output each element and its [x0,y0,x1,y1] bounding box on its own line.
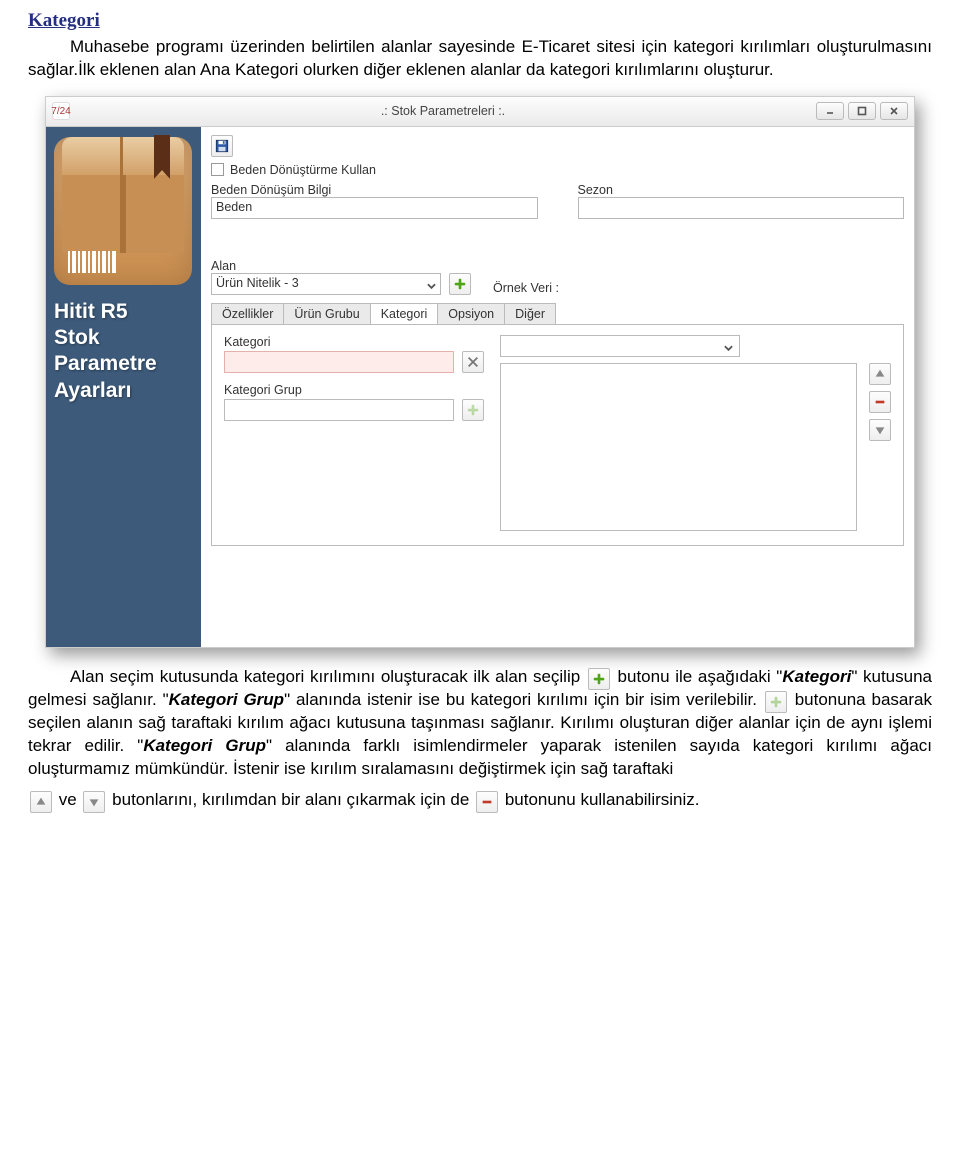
tab-opsiyon[interactable]: Opsiyon [437,303,505,324]
beden-donusum-bilgi-input[interactable]: Beden [211,197,538,219]
alan-label: Alan [211,259,441,273]
sezon-input[interactable] [578,197,905,219]
move-down-button[interactable] [869,419,891,441]
section-heading: Kategori [28,10,932,32]
plus-icon [588,668,610,690]
stok-parametreleri-window: 7/24 .: Stok Parametreleri :. [45,96,915,648]
sidebar: Hitit R5 Stok Parametre Ayarları [46,127,201,647]
minimize-button[interactable] [816,102,844,120]
tabstrip: Özellikler Ürün Grubu Kategori Opsiyon D… [211,303,904,324]
minus-icon [476,791,498,813]
sidebar-title: Hitit R5 Stok Parametre Ayarları [54,299,193,404]
ornek-veri-label: Örnek Veri : [493,281,559,295]
alan-add-button[interactable] [449,273,471,295]
kategori-label: Kategori [224,335,484,349]
arrow-down-icon [83,791,105,813]
explanation-paragraph-2: ve butonlarını, kırılımdan bir alanı çık… [28,789,932,812]
save-button[interactable] [211,135,233,157]
tab-diger[interactable]: Diğer [504,303,556,324]
tab-kategori[interactable]: Kategori [370,303,439,324]
plus-icon [765,691,787,713]
content-area: Beden Dönüştürme Kullan Beden Dönüşüm Bi… [201,127,914,647]
checkbox-icon [211,163,224,176]
tab-ozellikler[interactable]: Özellikler [211,303,284,324]
sezon-label: Sezon [578,183,905,197]
intro-paragraph: Muhasebe programı üzerinden belirtilen a… [28,36,932,82]
title-bar: 7/24 .: Stok Parametreleri :. [46,97,914,127]
alan-combo[interactable]: Ürün Nitelik - 3 [211,273,441,295]
sidebar-illustration [54,137,192,285]
tab-kategori-panel: Kategori Kategori Grup [211,324,904,546]
chevron-down-icon [724,341,733,350]
kategori-grup-input[interactable] [224,399,454,421]
kategori-agac-combo[interactable] [500,335,740,357]
maximize-button[interactable] [848,102,876,120]
arrow-up-icon [30,791,52,813]
beden-donusturme-checkbox[interactable]: Beden Dönüştürme Kullan [211,163,538,177]
app-icon: 7/24 [52,102,70,120]
kategori-clear-button[interactable] [462,351,484,373]
kategori-tree-listbox[interactable] [500,363,857,531]
beden-donusum-bilgi-label: Beden Dönüşüm Bilgi [211,183,538,197]
remove-button[interactable] [869,391,891,413]
tab-urun-grubu[interactable]: Ürün Grubu [283,303,370,324]
window-title: .: Stok Parametreleri :. [70,104,816,118]
explanation-paragraph-1: Alan seçim kutusunda kategori kırılımını… [28,666,932,781]
close-button[interactable] [880,102,908,120]
chevron-down-icon [427,279,436,288]
kategori-grup-add-button[interactable] [462,399,484,421]
kategori-input[interactable] [224,351,454,373]
kategori-grup-label: Kategori Grup [224,383,484,397]
move-up-button[interactable] [869,363,891,385]
